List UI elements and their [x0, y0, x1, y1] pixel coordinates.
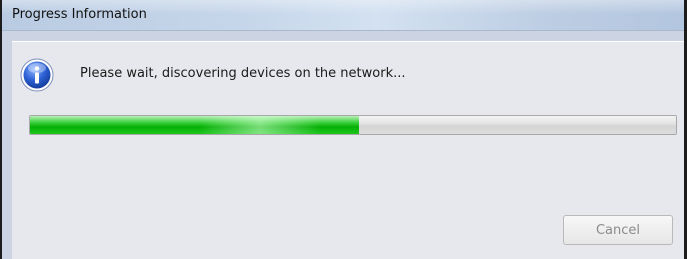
info-icon [20, 58, 54, 92]
status-message: Please wait, discovering devices on the … [80, 66, 406, 81]
window-title: Progress Information [12, 7, 147, 22]
progress-dialog-window: Progress Information Please wait, discov… [0, 0, 687, 259]
progress-bar-glow [200, 116, 320, 134]
cancel-button[interactable]: Cancel [563, 215, 673, 245]
title-bar[interactable]: Progress Information [2, 0, 684, 31]
dialog-content: Please wait, discovering devices on the … [12, 41, 684, 259]
progress-bar-fill [30, 116, 360, 134]
progress-bar [29, 115, 677, 135]
